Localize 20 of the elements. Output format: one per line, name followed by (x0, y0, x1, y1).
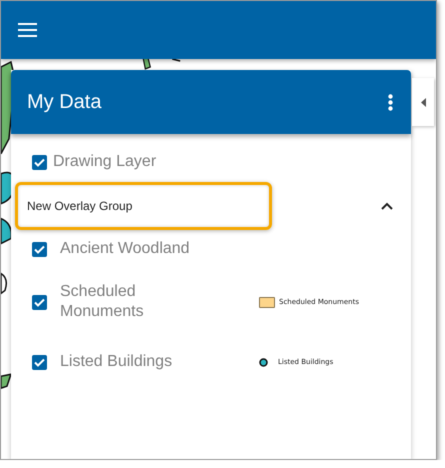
group-name: New Overlay Group (27, 199, 132, 213)
more-icon[interactable] (388, 94, 393, 110)
layer-name: Drawing Layer (53, 152, 156, 172)
collapse-tab[interactable] (412, 78, 434, 126)
layer-name: Scheduled Monuments (60, 282, 145, 322)
panel-title: My Data (27, 90, 102, 114)
map-feature (1, 218, 12, 244)
map-feature (142, 59, 152, 70)
group-header[interactable]: New Overlay Group (15, 182, 272, 230)
checkbox[interactable] (32, 354, 47, 370)
layer-name: Listed Buildings (60, 352, 174, 372)
checkbox[interactable] (32, 242, 47, 256)
caret-icon[interactable] (381, 202, 393, 210)
menu-icon[interactable] (18, 23, 37, 37)
layer-name: Ancient Woodland (60, 239, 190, 259)
map-feature (1, 272, 8, 294)
checkbox[interactable] (32, 294, 47, 310)
caret-left-icon (420, 98, 426, 106)
checkbox[interactable] (32, 154, 47, 170)
map-feature (172, 59, 180, 62)
